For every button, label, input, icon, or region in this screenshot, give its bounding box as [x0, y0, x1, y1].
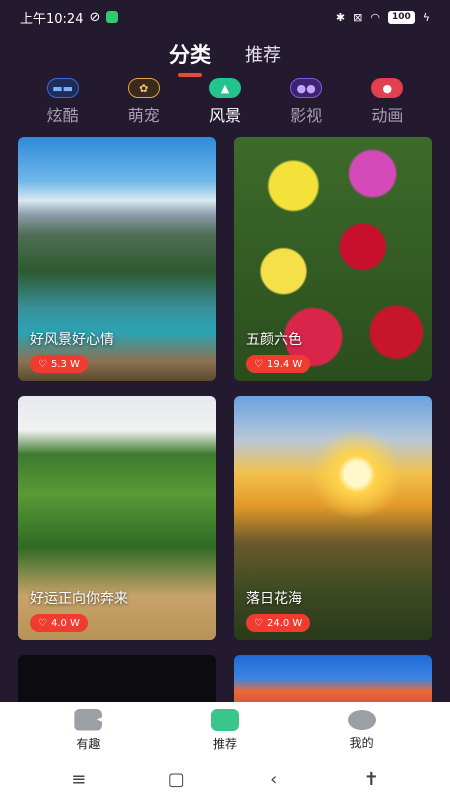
bottom-nav: 有趣 推荐 我的 [0, 702, 450, 758]
like-count: 24.0 W [266, 617, 303, 629]
sim-icon: ⊠ [353, 10, 363, 24]
tab-recommend[interactable]: 推荐 [245, 41, 281, 67]
menu-icon[interactable]: ≡ [59, 769, 99, 790]
accessibility-icon[interactable]: ✝ [351, 769, 391, 790]
card-title: 好风景好心情 [30, 332, 114, 348]
card-title: 落日花海 [246, 591, 302, 607]
bluetooth-icon: ✱ [335, 10, 346, 24]
status-bar: 上午10:24 ⊘ ✱ ⊠ ◠ 100 ϟ [0, 0, 450, 34]
like-count: 19.4 W [266, 358, 303, 370]
nav-label: 有趣 [76, 736, 101, 751]
heart-icon: ♡ [254, 358, 263, 370]
wallpaper-card[interactable]: 五颜六色 ♡ 19.4 W [234, 137, 432, 381]
category-label: 炫酷 [46, 106, 79, 125]
category-label: 风景 [208, 106, 241, 125]
landscape-icon: ▲ [208, 78, 241, 98]
mine-icon [347, 709, 376, 730]
wallpaper-card[interactable]: 好运正向你奔来 ♡ 4.0 W [18, 396, 216, 640]
wallpaper-card[interactable]: 好风景好心情 ♡ 5.3 W [18, 137, 216, 381]
recommend-icon [210, 708, 239, 731]
sunglasses-icon: ▬▬ [46, 78, 79, 98]
card-title: 五颜六色 [246, 332, 302, 348]
mickey-icon: ● [371, 78, 404, 98]
category-animation[interactable]: ● 动画 [352, 78, 422, 128]
category-cool[interactable]: ▬▬ 炫酷 [28, 78, 98, 128]
wifi-icon: ◠ [370, 10, 380, 24]
system-nav-bar: ≡ ▢ ‹ ✝ [0, 758, 450, 800]
category-label: 动画 [371, 106, 404, 125]
category-label: 萌宠 [127, 106, 160, 125]
category-scenery[interactable]: ▲ 风景 [190, 78, 260, 128]
nav-label: 我的 [349, 735, 374, 750]
paw-icon: ✿ [127, 78, 160, 98]
like-badge: ♡ 4.0 W [30, 614, 88, 632]
home-icon[interactable]: ▢ [156, 769, 196, 790]
like-count: 5.3 W [50, 358, 80, 370]
heart-icon: ♡ [38, 358, 47, 370]
like-badge: ♡ 5.3 W [30, 355, 88, 373]
battery-icon: 100 [387, 10, 415, 24]
nav-mine[interactable]: 我的 [317, 709, 407, 751]
like-badge: ♡ 24.0 W [246, 614, 311, 632]
film-icon: ●● [290, 78, 323, 98]
mute-icon: ⊘ [89, 9, 101, 25]
nav-recommend[interactable]: 推荐 [180, 708, 270, 752]
charging-icon: ϟ [422, 10, 430, 24]
like-badge: ♡ 19.4 W [246, 355, 311, 373]
category-pets[interactable]: ✿ 萌宠 [109, 78, 179, 128]
status-time: 上午10:24 [20, 11, 84, 27]
nav-label: 推荐 [212, 736, 237, 751]
nav-fun[interactable]: 有趣 [43, 708, 133, 752]
fun-icon [74, 708, 103, 731]
top-tabs: 分类 推荐 [0, 34, 450, 74]
heart-icon: ♡ [254, 617, 263, 629]
heart-icon: ♡ [38, 617, 47, 629]
category-row: ▬▬ 炫酷 ✿ 萌宠 ▲ 风景 ●● 影视 ● 动画 [0, 78, 450, 128]
like-count: 4.0 W [50, 617, 80, 629]
app-notification-icon [106, 11, 119, 23]
back-icon[interactable]: ‹ [254, 769, 294, 790]
wallpaper-card[interactable]: 落日花海 ♡ 24.0 W [234, 396, 432, 640]
tab-category[interactable]: 分类 [169, 39, 211, 69]
category-label: 影视 [290, 106, 323, 125]
card-title: 好运正向你奔来 [30, 591, 128, 607]
category-film[interactable]: ●● 影视 [271, 78, 341, 128]
